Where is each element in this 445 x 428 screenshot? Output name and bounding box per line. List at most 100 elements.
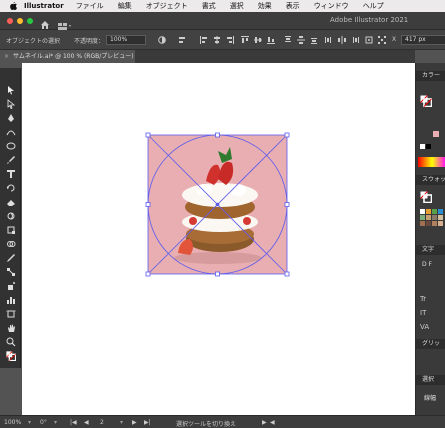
color-panel-tab[interactable]: カラー [416, 71, 445, 81]
current-color-swatch[interactable] [433, 131, 439, 137]
apple-menu-icon[interactable] [8, 0, 18, 12]
rotation-dropdown-icon[interactable]: ▾ [54, 419, 57, 426]
free-transform-tool[interactable] [4, 224, 17, 235]
eraser-tool[interactable] [4, 196, 17, 207]
align-hcenter-icon[interactable] [213, 36, 221, 44]
swatch-8[interactable] [438, 215, 443, 220]
black-swatch[interactable] [426, 144, 431, 149]
ellipse-tool[interactable] [4, 140, 17, 151]
shape-builder-tool[interactable] [4, 238, 17, 249]
swatch-4[interactable] [438, 209, 443, 214]
swatches-panel-tab[interactable]: スウォッ [416, 175, 445, 185]
menu-type[interactable]: 書式 [202, 1, 216, 11]
distribute-vcenter-icon[interactable] [297, 36, 305, 44]
menu-help[interactable]: ヘルプ [363, 1, 384, 11]
character-panel-tab[interactable]: 文字 [416, 245, 445, 255]
leading-icon[interactable]: IT [420, 309, 426, 317]
paintbrush-icon [6, 155, 15, 164]
selection-panel-tab[interactable]: 選択 [416, 375, 445, 385]
x-coordinate-field[interactable]: 417 px [401, 35, 445, 45]
swatch-2[interactable] [426, 209, 431, 214]
minimize-window-button[interactable] [17, 18, 23, 24]
transform-icon[interactable] [365, 36, 373, 44]
menu-select[interactable]: 選択 [230, 1, 244, 11]
align-bottom-icon[interactable] [267, 36, 275, 44]
tracking-icon[interactable]: VA [420, 323, 429, 331]
align-top-icon[interactable] [241, 36, 249, 44]
align-right-icon[interactable] [226, 36, 234, 44]
canvas-area[interactable] [22, 63, 415, 415]
distribute-left-icon[interactable] [325, 36, 333, 44]
rotation-field[interactable]: 0° [40, 419, 47, 426]
artboard-number-field[interactable]: 2 [100, 419, 104, 426]
artboard-tool[interactable] [4, 308, 17, 319]
hand-tool[interactable] [4, 322, 17, 333]
warp-tool[interactable] [4, 210, 17, 221]
blend-tool[interactable] [4, 266, 17, 277]
eyedropper-tool[interactable] [4, 252, 17, 263]
menu-window[interactable]: ウィンドウ [314, 1, 349, 11]
zoom-level-field[interactable]: 100% [4, 419, 21, 426]
align-vcenter-icon[interactable] [254, 36, 262, 44]
x-coordinate-label: X [392, 36, 397, 43]
swatch-11[interactable] [432, 221, 437, 226]
previous-artboard-icon[interactable]: ◀ [84, 419, 89, 426]
selection-tool[interactable] [4, 84, 17, 95]
swatch-fill-stroke-icon[interactable] [420, 191, 433, 205]
font-family-field[interactable]: D F [422, 261, 432, 268]
align-left-icon[interactable] [200, 36, 208, 44]
swatch-1[interactable] [420, 209, 425, 214]
direct-selection-tool[interactable] [4, 98, 17, 109]
swatch-12[interactable] [438, 221, 443, 226]
artboard-icon [5, 310, 16, 317]
current-tool-hint[interactable]: 選択ツールを切り換え [176, 419, 236, 428]
menu-effect[interactable]: 効果 [258, 1, 272, 11]
opacity-label[interactable]: 不透明度： [74, 36, 104, 45]
type-tool[interactable] [4, 168, 17, 179]
direct-selection-arrow-icon [7, 98, 15, 109]
rotate-tool[interactable] [4, 182, 17, 193]
close-window-button[interactable] [7, 18, 13, 24]
menu-view[interactable]: 表示 [286, 1, 300, 11]
zoom-tool[interactable] [4, 336, 17, 347]
fill-stroke-swatch[interactable] [4, 350, 17, 361]
swatch-5[interactable] [420, 215, 425, 220]
font-size-icon[interactable]: Tr [420, 295, 426, 303]
status-menu-icon[interactable]: ▶ [262, 419, 267, 426]
menu-object[interactable]: オブジェクト [146, 1, 188, 11]
swatch-10[interactable] [426, 221, 431, 226]
paintbrush-tool[interactable] [4, 154, 17, 165]
swatch-9[interactable] [420, 221, 425, 226]
distribute-top-icon[interactable] [284, 36, 292, 44]
swatch-6[interactable] [426, 215, 431, 220]
color-spectrum[interactable] [418, 157, 445, 167]
zoom-window-button[interactable] [27, 18, 33, 24]
recolor-icon[interactable] [158, 36, 166, 44]
menu-edit[interactable]: 編集 [118, 1, 132, 11]
distribute-bottom-icon[interactable] [310, 36, 318, 44]
first-artboard-icon[interactable]: |◀ [70, 419, 77, 426]
symbol-sprayer-tool[interactable] [4, 280, 17, 291]
reference-point-icon[interactable] [378, 36, 386, 44]
opacity-field[interactable]: 100% [106, 35, 146, 45]
menu-file[interactable]: ファイル [76, 1, 104, 11]
color-fill-stroke-icon[interactable] [420, 95, 433, 109]
align-object-icon[interactable] [178, 36, 186, 44]
glyphs-panel-tab[interactable]: グリッ [416, 339, 445, 349]
swatch-3[interactable] [432, 209, 437, 214]
distribute-hcenter-icon[interactable] [338, 36, 346, 44]
close-tab-icon[interactable]: × [4, 53, 9, 60]
artboard-dropdown-icon[interactable]: ▾ [120, 419, 123, 426]
curvature-tool[interactable] [4, 126, 17, 137]
zoom-dropdown-icon[interactable]: ▾ [28, 419, 31, 426]
last-artboard-icon[interactable]: ▶| [144, 419, 151, 426]
next-artboard-icon[interactable]: ▶ [132, 419, 137, 426]
document-tab[interactable]: × サムネイル.ai* @ 100 % (RGB/プレビュー) [0, 50, 135, 63]
distribute-right-icon[interactable] [351, 36, 359, 44]
swatch-7[interactable] [432, 215, 437, 220]
white-swatch[interactable] [420, 144, 425, 149]
graph-tool[interactable] [4, 294, 17, 305]
status-left-scroll-icon[interactable]: ◀ [270, 419, 275, 426]
app-menu[interactable]: Illustrator [24, 2, 64, 10]
pen-tool[interactable] [4, 112, 17, 123]
